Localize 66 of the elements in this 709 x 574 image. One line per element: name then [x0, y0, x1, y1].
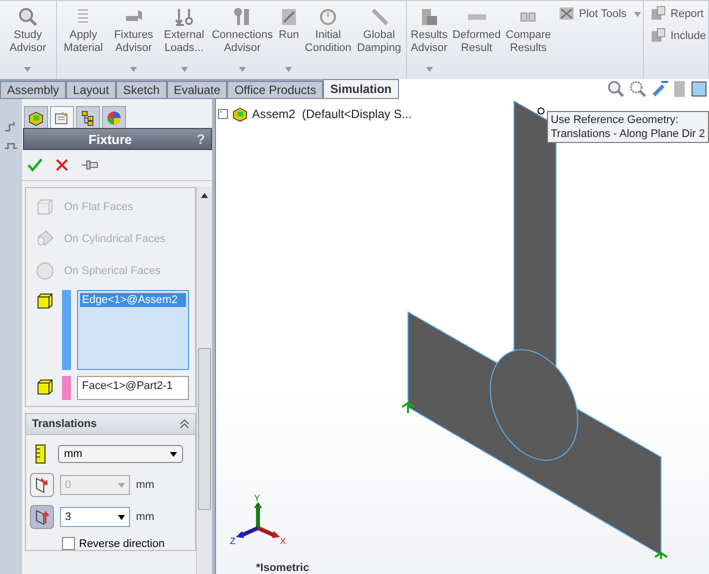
beam-icon — [468, 14, 486, 20]
tab[interactable]: Office Products — [227, 81, 324, 99]
selection-item[interactable]: Edge<1>@Assem2 — [80, 293, 186, 307]
appearance-icon — [105, 108, 123, 126]
assembly-icon — [231, 105, 249, 123]
ribbon-button[interactable]: Fixtures Advisor — [108, 5, 158, 77]
panel-tab[interactable] — [24, 106, 48, 128]
reverse-direction-checkbox[interactable]: Reverse direction — [26, 537, 195, 550]
ribbon-button[interactable]: External Loads... — [159, 5, 209, 77]
ribbon-button[interactable]: Results Advisor — [408, 5, 450, 77]
ribbon-button[interactable]: Plot Tools — [558, 5, 641, 23]
view-orientation-label: *Isometric — [256, 562, 310, 574]
zoom-fit-icon — [608, 81, 624, 97]
tab[interactable]: Simulation — [323, 79, 399, 99]
value-spinbox[interactable]: 3 — [60, 507, 130, 527]
pulse-icon — [4, 143, 18, 149]
scroll-thumb[interactable] — [198, 348, 211, 510]
collapse-icon — [180, 419, 189, 429]
tab[interactable]: Assembly — [0, 81, 66, 99]
sphere-icon — [34, 260, 56, 282]
ribbon-button[interactable]: Run — [276, 5, 302, 77]
expand-icon[interactable] — [218, 109, 228, 119]
ribbon-button[interactable]: Study Advisor — [2, 5, 54, 77]
ribbon-button[interactable]: Initial Condition — [302, 5, 354, 77]
unit-dropdown[interactable]: mm — [58, 445, 183, 463]
ribbon-button[interactable]: Report — [650, 5, 706, 23]
panel-tab[interactable] — [50, 106, 74, 128]
section-title: Translations — [32, 418, 97, 430]
dropdown-arrow-icon — [118, 514, 125, 520]
cancel-button[interactable] — [54, 157, 70, 173]
tab[interactable]: Evaluate — [166, 81, 228, 99]
selection-field[interactable]: Face<1>@Part2-1 — [77, 376, 189, 400]
selection-field[interactable]: Edge<1>@Assem2 — [77, 290, 189, 370]
unit-label: mm — [136, 479, 154, 491]
tree-item-label[interactable]: Assem2 (Default<Display S... — [252, 107, 412, 121]
close-icon — [54, 157, 70, 173]
ribbon-button[interactable]: Apply Material — [58, 5, 108, 77]
direction-button[interactable] — [30, 505, 54, 529]
ribbon-button[interactable]: Deformed Result — [450, 5, 503, 77]
scrollbar[interactable] — [196, 187, 212, 574]
section-view-icon — [674, 81, 685, 97]
tab[interactable]: Sketch — [116, 81, 167, 99]
unit-label: mm — [136, 511, 154, 523]
view-cube-icon — [691, 81, 707, 97]
selection-item[interactable]: Face<1>@Part2-1 — [80, 379, 186, 393]
ribbon-button[interactable]: Global Damping — [354, 5, 404, 77]
ribbon-button[interactable]: Include — [650, 27, 706, 45]
dropdown-arrow-icon — [170, 452, 177, 456]
dropdown-arrow-icon — [118, 482, 125, 488]
axis-triad-drawing: Y Z X — [230, 494, 290, 546]
checkbox[interactable] — [62, 537, 75, 550]
previous-view-icon — [652, 81, 668, 97]
magnifier-icon — [16, 6, 39, 28]
panel-title: Fixture — [88, 132, 133, 146]
checkmark-icon — [26, 156, 44, 174]
ribbon-button[interactable]: Compare Results — [504, 5, 554, 77]
panel-tab[interactable] — [76, 106, 100, 128]
collapse-button[interactable] — [180, 419, 189, 429]
ok-button[interactable] — [26, 156, 44, 174]
tab[interactable]: Layout — [66, 81, 116, 99]
tooltip: Use Reference Geometry: Translations - Along Plane Dir 2 — [546, 111, 709, 143]
direction-button[interactable] — [30, 473, 54, 497]
panel-tab[interactable] — [102, 106, 126, 128]
graphics-viewport[interactable]: Assem2 (Default<Display S... Use Reference Geometry: Translations - Along Plane Dir 2 Y Z X *Isometric — [215, 99, 709, 574]
ribbon-button[interactable]: Connections Advisor — [210, 5, 275, 77]
scroll-up-icon — [201, 193, 208, 198]
